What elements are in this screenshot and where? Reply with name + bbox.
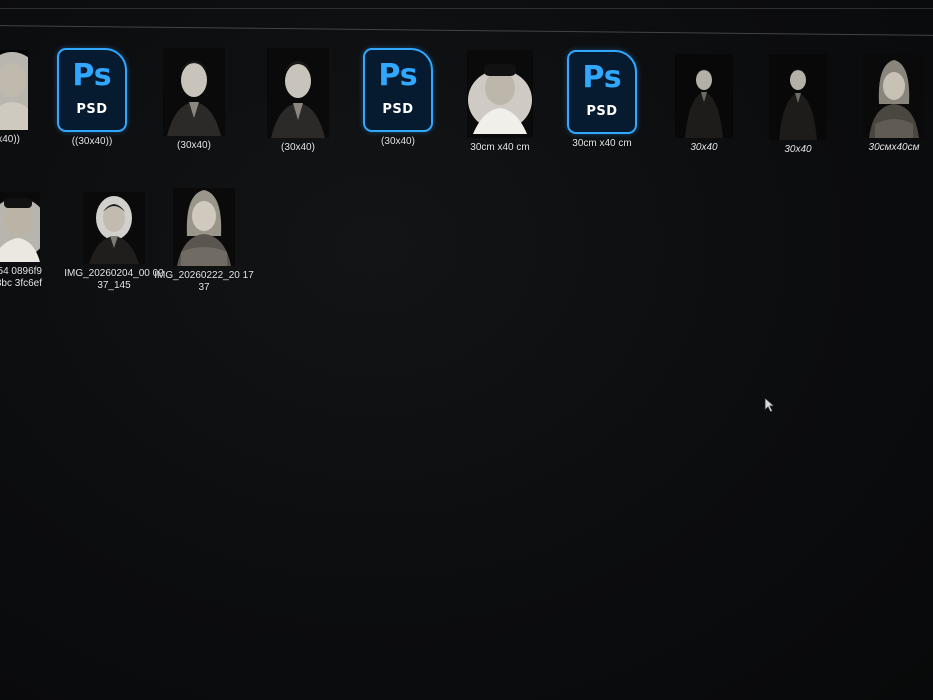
ps-logo-text: Ps (378, 58, 418, 93)
file-icon[interactable]: 30cm x40 cm (448, 50, 552, 154)
file-label: 000000000954 0896f9e203bc 3fc6ef (0, 266, 42, 289)
psd-extension-text: PSD (76, 102, 108, 117)
photo-thumbnail (769, 54, 827, 140)
photo-thumbnail (163, 48, 225, 136)
file-label: IMG_20260222_20 1737 (154, 270, 254, 293)
file-label: (30x40) (381, 136, 415, 147)
desktop: x40)) Ps PSD ((30x40)) (30x40) (0, 0, 933, 700)
file-icon[interactable]: Ps PSD 30cm x40 cm (550, 50, 654, 150)
file-icon[interactable]: Ps PSD ((30x40)) (40, 48, 144, 148)
file-label: x40)) (0, 134, 20, 145)
file-icon[interactable]: Ps PSD (30x40) (346, 48, 450, 148)
file-label: (30x40) (281, 142, 315, 153)
photo-thumbnail (173, 188, 235, 266)
file-label: 30x40 (784, 144, 812, 155)
file-label: ((30x40)) (71, 136, 113, 147)
photo-thumbnail (0, 192, 40, 262)
psd-extension-text: PSD (382, 102, 414, 117)
photoshop-file-icon: Ps PSD (57, 48, 127, 132)
file-label: 30cm x40 cm (470, 142, 530, 153)
photo-thumbnail (467, 50, 533, 138)
photo-thumbnail (675, 54, 733, 138)
file-label: 30cm x40 cm (572, 138, 632, 149)
psd-extension-text: PSD (586, 104, 618, 119)
window-edge-line (0, 25, 933, 36)
photo-thumbnail (267, 48, 329, 138)
photo-thumbnail (0, 50, 28, 130)
file-label: IMG_20260204_00 0237_145 (64, 268, 164, 291)
window-edge-line (0, 8, 933, 9)
file-icon[interactable]: 30смх40см (842, 54, 933, 154)
ps-logo-text: Ps (582, 60, 622, 95)
photoshop-file-icon: Ps PSD (567, 50, 637, 134)
arrow-cursor-icon (764, 397, 776, 418)
photoshop-file-icon: Ps PSD (363, 48, 433, 132)
file-icon[interactable]: 30x40 (746, 54, 850, 156)
file-icon[interactable]: IMG_20260222_20 1737 (152, 188, 256, 294)
photo-thumbnail (83, 192, 145, 264)
file-icon[interactable]: (30x40) (142, 48, 246, 152)
ps-logo-text: Ps (72, 58, 112, 93)
file-label: 30x40 (690, 142, 718, 153)
file-label: (30x40) (177, 140, 211, 151)
file-label: 30смх40см (868, 142, 920, 153)
file-icon[interactable]: 30x40 (652, 54, 756, 154)
photo-thumbnail (863, 54, 925, 138)
file-icon[interactable]: x40)) (0, 50, 28, 146)
file-icon[interactable]: (30x40) (246, 48, 350, 154)
file-icon[interactable]: 000000000954 0896f9e203bc 3fc6ef (0, 192, 54, 290)
file-icon[interactable]: IMG_20260204_00 0237_145 (62, 192, 166, 292)
